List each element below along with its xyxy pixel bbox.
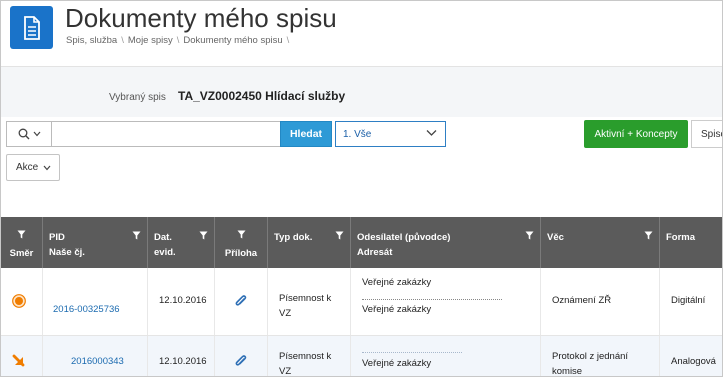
cell-direction [1,336,43,376]
cell-form: Digitální [660,268,722,335]
spisovna-button[interactable]: Spisc [691,120,722,148]
paperclip-icon[interactable] [235,354,247,368]
column-label-forma: Forma [666,232,696,243]
search-column-menu[interactable] [6,121,52,147]
chevron-down-icon [33,131,41,137]
funnel-icon [644,231,653,240]
column-header-dat-evid[interactable]: Dat. evid. [148,217,215,268]
funnel-icon [335,231,344,240]
sender-value: Veřejné zakázky [362,277,432,288]
document-link[interactable]: 2016000343 [71,356,124,367]
selected-file-value: TA_VZ0002450 Hlídací služby [178,89,346,103]
divider [362,299,502,300]
type-line-2: VZ [279,366,292,377]
selected-file-panel: Vybraný spis TA_VZ0002450 Hlídací služby [1,67,722,117]
column-header-pid[interactable]: PID Naše čj. [43,217,148,268]
funnel-icon [132,231,141,240]
date-value: 12.10.2016 [159,356,207,367]
subject-line-2: komise [552,366,583,377]
search-icon [18,128,30,140]
cell-direction [1,268,43,335]
selected-file-label: Vybraný spis [109,92,166,103]
breadcrumb-item-moje-spisy[interactable]: Moje spisy [128,35,173,46]
column-label-odesilatel: Odesílatel (původce) [357,232,451,243]
report-toolbar: Hledat 1. Vše Aktivní + Koncepty Spisc A… [1,117,722,217]
search-input[interactable] [51,121,281,147]
funnel-icon [17,230,26,239]
breadcrumb: Spis, služba \ Moje spisy \ Dokumenty mé… [66,35,289,46]
actions-label: Akce [16,162,39,173]
breadcrumb-item-current: Dokumenty mého spisu [183,35,283,46]
table-row[interactable]: 2016-00325736 12.10.2016 Písemnost k VZ … [1,268,722,336]
column-header-vec[interactable]: Věc [541,217,660,268]
funnel-icon [199,231,208,240]
document-icon [10,6,53,49]
column-header-odesilatel[interactable]: Odesílatel (původce) Adresát [351,217,541,268]
cell-pid: 2016-00325736 [43,268,148,335]
arrow-icon [12,354,25,367]
circle-dot-icon [12,294,26,308]
active-concepts-button[interactable]: Aktivní + Koncepty [584,120,688,148]
chevron-down-icon [426,130,437,136]
type-line-1: Písemnost k [279,351,332,362]
cell-subject: Protokol z jednání komise [541,336,660,377]
filter-select-value: 1. Vše [343,128,372,140]
date-value: 12.10.2016 [159,295,207,306]
column-header-priloha[interactable]: Příloha [215,217,268,268]
app-window: Dokumenty mého spisu Spis, služba \ Moje… [0,0,723,377]
form-value: Digitální [671,295,706,306]
page-header: Dokumenty mého spisu Spis, služba \ Moje… [1,1,722,67]
table-header: Směr PID Naše čj. Dat. evid. Příloha Typ… [1,217,722,268]
type-line-1: Písemnost k [279,293,332,304]
chevron-down-icon [43,165,51,170]
document-link[interactable]: 2016-00325736 [53,304,120,315]
column-label-evid: evid. [154,247,176,258]
paperclip-icon[interactable] [235,294,247,308]
divider [362,352,462,353]
subject-line-1: Protokol z jednání [552,351,629,362]
funnel-icon [237,230,245,239]
column-label-smer: Směr [9,248,34,259]
form-value: Analogová [671,356,716,367]
cell-form: Analogová [660,336,722,376]
recipient-value: Veřejné zakázky [362,358,432,369]
breadcrumb-separator: \ [286,35,290,46]
column-header-forma[interactable]: Forma [660,217,722,268]
cell-attachment [215,268,268,335]
page-title: Dokumenty mého spisu [65,3,337,33]
breadcrumb-separator: \ [176,35,180,46]
column-label-nase-cj: Naše čj. [49,247,85,258]
column-label-adresat: Adresát [357,247,393,258]
cell-sender-recipient: Veřejné zakázky [351,336,541,376]
type-line-2: VZ [279,308,292,319]
funnel-icon [525,231,534,240]
cell-subject: Oznámení ZŘ [541,268,660,335]
cell-type: Písemnost k VZ [268,336,351,377]
column-header-smer[interactable]: Směr [1,217,43,268]
table-row[interactable]: 2016000343 12.10.2016 Písemnost k VZ Veř… [1,336,722,377]
column-label-vec: Věc [547,232,564,243]
subject-value: Oznámení ZŘ [552,295,612,306]
column-header-typ[interactable]: Typ dok. [268,217,351,268]
cell-date: 12.10.2016 [148,268,215,335]
cell-attachment [215,336,268,376]
cell-type: Písemnost k VZ [268,268,351,335]
cell-sender-recipient: Veřejné zakázky Veřejné zakázky [351,268,541,335]
cell-date: 12.10.2016 [148,336,215,376]
filter-select[interactable]: 1. Vše [335,121,446,147]
column-label-priloha: Příloha [224,248,258,259]
actions-button[interactable]: Akce [6,154,60,181]
search-button[interactable]: Hledat [280,121,332,147]
recipient-value: Veřejné zakázky [362,304,432,315]
cell-pid: 2016000343 [43,336,148,376]
breadcrumb-item-spis-sluzba[interactable]: Spis, služba [66,35,117,46]
breadcrumb-separator: \ [121,35,124,46]
